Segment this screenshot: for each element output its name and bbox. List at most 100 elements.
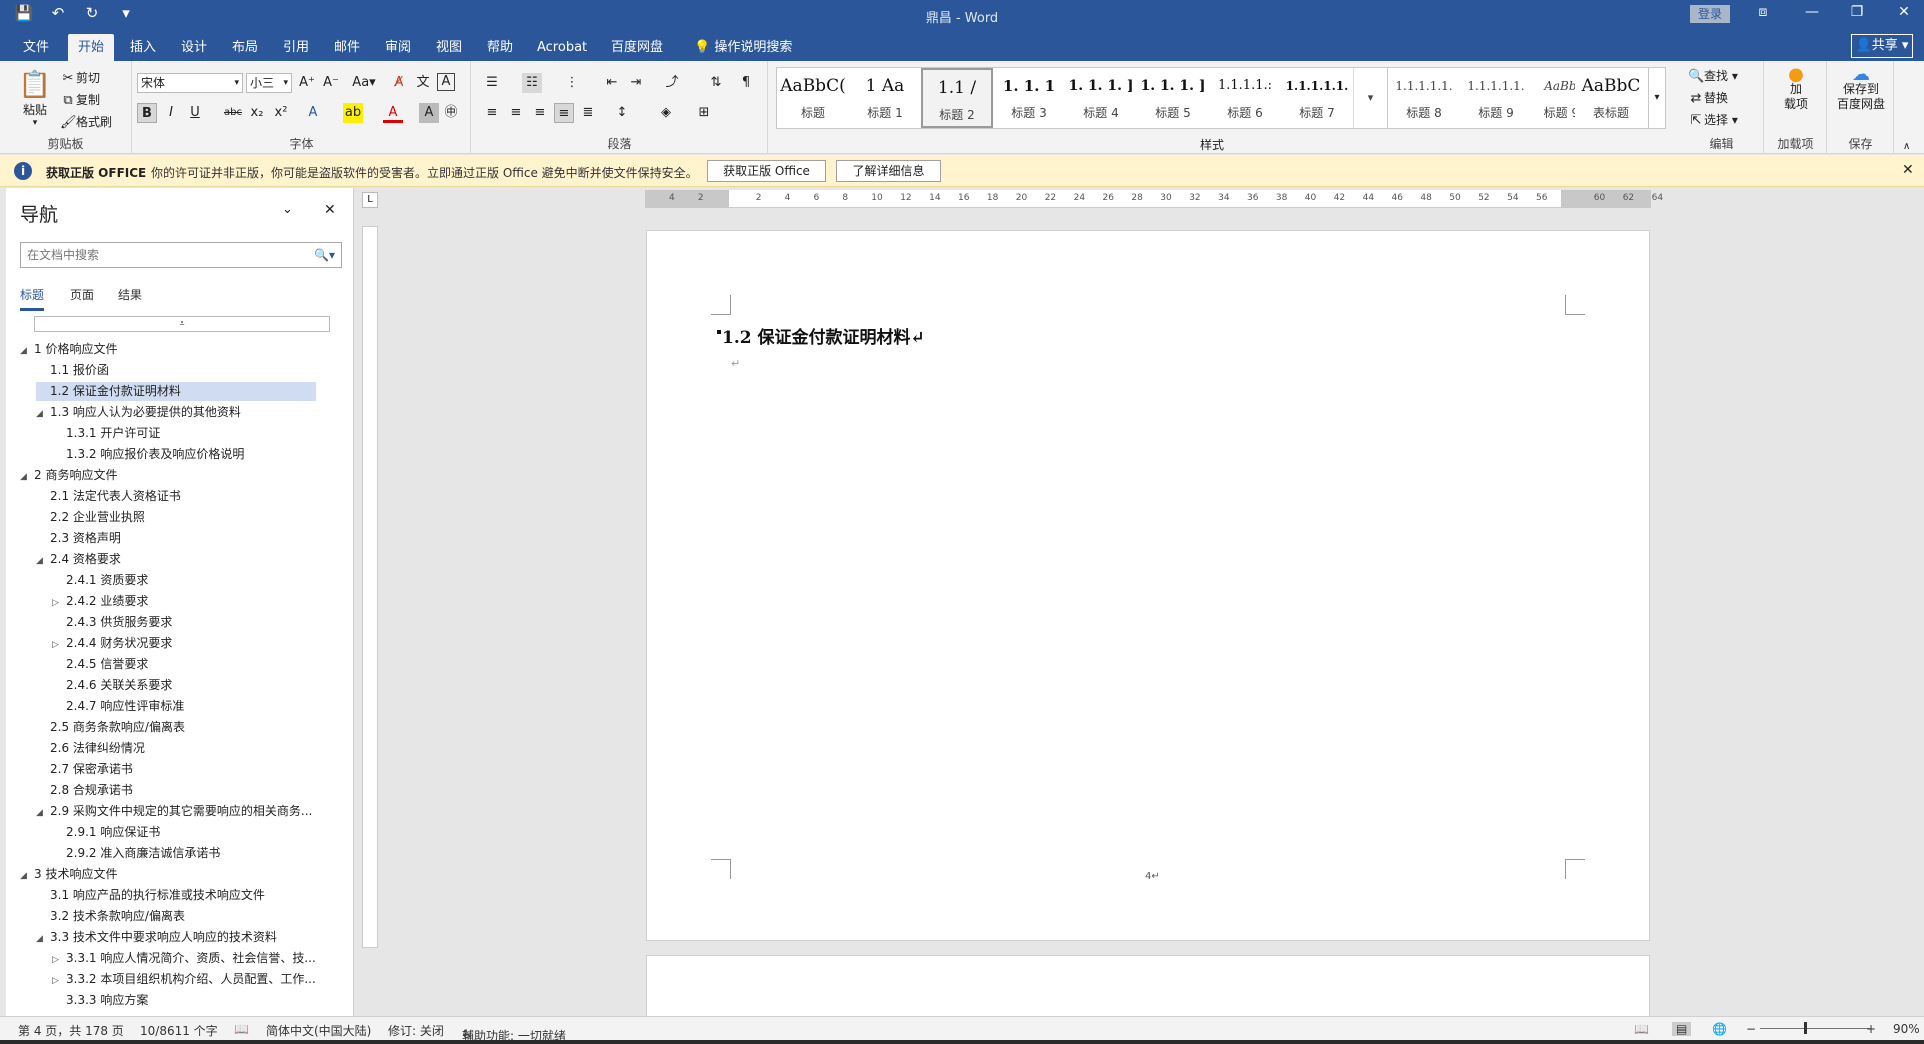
bullets-icon[interactable]: ☰: [482, 73, 502, 93]
nav-tab-pages[interactable]: 页面: [70, 286, 94, 303]
next-document-page[interactable]: [646, 955, 1650, 1017]
get-genuine-button[interactable]: 获取正版 Office: [707, 160, 826, 182]
nav-heading-item[interactable]: 2.2 企业营业执照: [36, 508, 316, 527]
style-item[interactable]: 1.1.1.1.: 标题 6: [1209, 68, 1281, 128]
nav-heading-item[interactable]: ◢ 1.3 响应人认为必要提供的其他资料: [36, 403, 316, 422]
restore-button[interactable]: ❐: [1842, 4, 1872, 20]
nav-heading-item[interactable]: 2.4.7 响应性评审标准: [52, 697, 316, 716]
strikethrough-button[interactable]: abc: [223, 103, 243, 123]
tab-layout[interactable]: 布局: [222, 34, 268, 61]
italic-button[interactable]: I: [161, 103, 181, 123]
nav-close-icon[interactable]: ✕: [324, 202, 336, 218]
style-item[interactable]: 1.1.1.1.1. 标题 8: [1388, 68, 1460, 128]
nav-heading-item[interactable]: 3.3.3 响应方案: [52, 991, 316, 1010]
tab-insert[interactable]: 插入: [120, 34, 166, 61]
tab-view[interactable]: 视图: [426, 34, 472, 61]
minimize-button[interactable]: —: [1797, 4, 1827, 20]
nav-heading-item[interactable]: ◢ 2 商务响应文件: [20, 466, 316, 485]
track-changes-status[interactable]: 修订: 关闭: [388, 1022, 444, 1039]
save-to-baidu-button[interactable]: ☁ 保存到 百度网盘: [1828, 66, 1894, 112]
nav-heading-item[interactable]: ◢ 1 价格响应文件: [20, 340, 316, 359]
expand-toggle-icon[interactable]: ▷: [52, 951, 66, 970]
tab-file[interactable]: 文件: [13, 34, 59, 61]
tab-mailings[interactable]: 邮件: [324, 34, 370, 61]
read-mode-icon[interactable]: 📖: [1634, 1022, 1649, 1036]
login-button[interactable]: 登录: [1690, 5, 1730, 23]
text-effects-icon[interactable]: A: [303, 103, 323, 123]
nav-heading-item[interactable]: 2.5 商务条款响应/偏离表: [36, 718, 316, 737]
ribbon-display-icon[interactable]: ⧈: [1748, 4, 1778, 20]
increase-indent-icon[interactable]: ⇥: [626, 73, 646, 93]
phonetic-guide-icon[interactable]: 文: [413, 73, 433, 93]
horizontal-ruler[interactable]: 4 2 2 4 6 8 10 12 14 16 18 20 22 24 26 28 30 32 34 36 38 40 42…: [645, 190, 1663, 208]
asian-layout-icon[interactable]: ⤴: [662, 73, 682, 93]
gallery-more-icon[interactable]: ▾: [1353, 68, 1387, 128]
tab-acrobat[interactable]: Acrobat: [527, 34, 597, 61]
char-shading-icon[interactable]: A: [419, 103, 439, 123]
distribute-icon[interactable]: ≣: [578, 103, 598, 123]
expand-toggle-icon[interactable]: ◢: [36, 405, 50, 424]
zoom-in-icon[interactable]: +: [1866, 1022, 1876, 1036]
expand-toggle-icon[interactable]: ▷: [52, 636, 66, 655]
learn-more-button[interactable]: 了解详细信息: [836, 160, 941, 182]
nav-heading-item[interactable]: 2.8 合规承诺书: [36, 781, 316, 800]
replace-button[interactable]: ⇄ 替换: [1688, 89, 1728, 107]
find-button[interactable]: 🔍查找 ▾: [1688, 67, 1738, 85]
tab-design[interactable]: 设计: [171, 34, 217, 61]
vertical-scrollbar[interactable]: [1910, 190, 1922, 1016]
clear-format-icon[interactable]: A̸: [389, 73, 409, 93]
highlight-icon[interactable]: ab: [343, 103, 363, 123]
expand-toggle-icon[interactable]: ◢: [20, 468, 34, 487]
nav-heading-item[interactable]: 1.1 报价函: [36, 361, 316, 380]
grow-font-icon[interactable]: A⁺: [297, 73, 317, 93]
style-item[interactable]: 1. 1. 1. ] 标题 5: [1137, 68, 1209, 128]
close-message-icon[interactable]: ✕: [1902, 162, 1914, 178]
search-icon[interactable]: 🔍▾: [314, 243, 335, 267]
document-page[interactable]: 1.2 保证金付款证明材料↵ ↵ 4↵: [646, 230, 1650, 941]
language-status[interactable]: 简体中文(中国大陆): [266, 1022, 371, 1039]
print-layout-icon[interactable]: ▤: [1672, 1022, 1692, 1036]
nav-heading-item[interactable]: 1.3.2 响应报价表及响应价格说明: [52, 445, 316, 464]
nav-heading-item[interactable]: 1.2 保证金付款证明材料: [36, 382, 316, 401]
align-left-icon[interactable]: ≡: [482, 103, 502, 123]
nav-heading-item[interactable]: 3.2 技术条款响应/偏离表: [36, 907, 316, 926]
zoom-thumb[interactable]: [1804, 1022, 1807, 1034]
style-item[interactable]: 1.1.1.1.1. 标题 9: [1460, 68, 1532, 128]
multilevel-list-icon[interactable]: ⋮: [562, 73, 582, 93]
collapse-ribbon-icon[interactable]: ∧: [1903, 141, 1910, 152]
align-center-icon[interactable]: ≡: [506, 103, 526, 123]
nav-heading-item[interactable]: ▷ 2.4.2 业绩要求: [52, 592, 316, 611]
nav-heading-item[interactable]: 2.1 法定代表人资格证书: [36, 487, 316, 506]
nav-heading-item[interactable]: ◢ 3 技术响应文件: [20, 865, 316, 884]
proofing-icon[interactable]: 📖: [234, 1022, 249, 1036]
nav-collapse-all-icon[interactable]: ⩡: [34, 316, 330, 332]
numbering-icon[interactable]: ☷: [522, 73, 542, 93]
expand-toggle-icon[interactable]: ▷: [52, 594, 66, 613]
styles-expand-icon[interactable]: ▾: [1648, 67, 1666, 129]
nav-tab-results[interactable]: 结果: [118, 286, 142, 303]
line-spacing-icon[interactable]: ↕: [612, 103, 632, 123]
nav-heading-item[interactable]: 2.4.1 资质要求: [52, 571, 316, 590]
char-border-icon[interactable]: A: [437, 73, 455, 91]
nav-heading-item[interactable]: 2.4.3 供货服务要求: [52, 613, 316, 632]
nav-heading-item[interactable]: ◢ 2.4 资格要求: [36, 550, 316, 569]
nav-tab-headings[interactable]: 标题: [20, 286, 45, 311]
style-item[interactable]: 1.1.1.1.1. 标题 7: [1281, 68, 1353, 128]
justify-icon[interactable]: ≡: [554, 103, 574, 123]
decrease-indent-icon[interactable]: ⇤: [602, 73, 622, 93]
nav-heading-item[interactable]: ▷ 3.3.1 响应人情况简介、资质、社会信誉、技...: [52, 949, 316, 968]
nav-search-input[interactable]: 在文档中搜索 🔍▾: [20, 242, 342, 268]
underline-button[interactable]: U: [185, 103, 205, 123]
expand-toggle-icon[interactable]: ◢: [20, 342, 34, 361]
font-color-icon[interactable]: A: [383, 103, 403, 123]
zoom-slider[interactable]: [1760, 1028, 1870, 1029]
zoom-out-icon[interactable]: −: [1746, 1022, 1756, 1036]
style-item[interactable]: 1 Aa 标题 1: [849, 68, 921, 128]
expand-toggle-icon[interactable]: ◢: [36, 804, 50, 823]
close-button[interactable]: ✕: [1889, 4, 1919, 20]
nav-heading-item[interactable]: ◢ 2.9 采购文件中规定的其它需要响应的相关商务...: [36, 802, 316, 821]
align-right-icon[interactable]: ≡: [530, 103, 550, 123]
nav-heading-item[interactable]: 2.3 资格声明: [36, 529, 316, 548]
format-painter-button[interactable]: 🖌格式刷: [60, 113, 112, 131]
nav-heading-item[interactable]: 2.6 法律纠纷情况: [36, 739, 316, 758]
